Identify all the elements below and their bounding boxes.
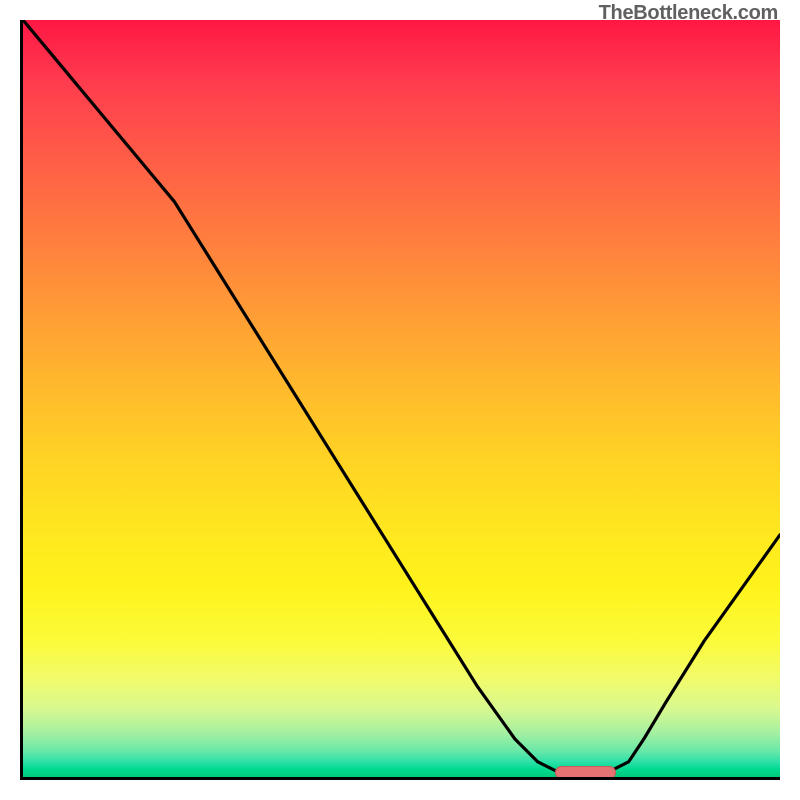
chart-container: TheBottleneck.com [0, 0, 800, 800]
plot-area [20, 20, 780, 780]
bottleneck-curve-path [23, 20, 780, 777]
optimal-zone-marker [555, 766, 616, 779]
curve-svg [23, 20, 780, 777]
